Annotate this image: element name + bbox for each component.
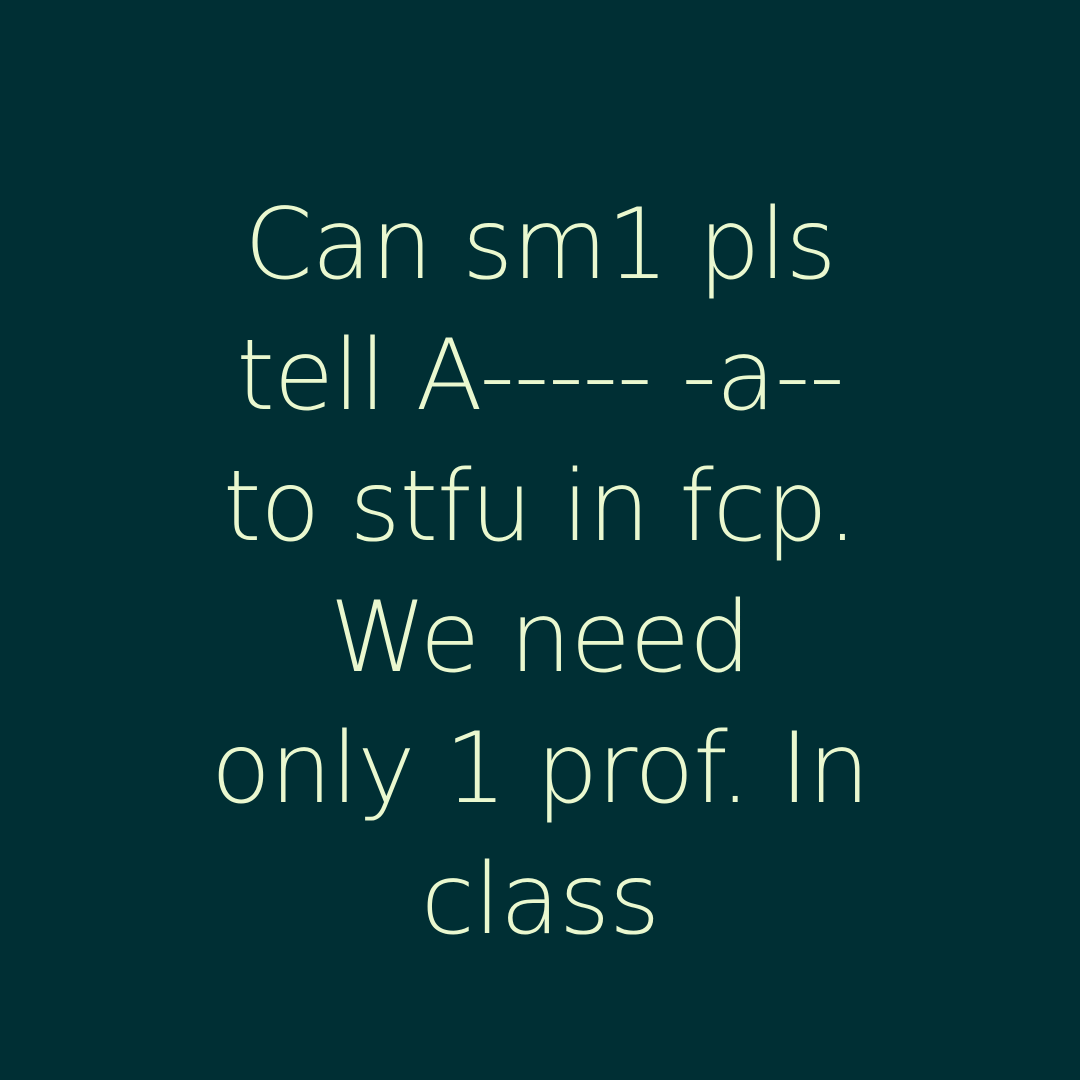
text-line-2: tell A----- -a-- (236, 319, 844, 433)
post-card: Can sm1 pls tell A----- -a-- to stfu in … (0, 0, 1080, 1080)
text-line-1: Can sm1 pls (244, 188, 836, 302)
text-line-6: class (420, 843, 660, 957)
text-line-4: We need (329, 581, 752, 695)
text-line-3: to stfu in fcp. (222, 450, 858, 564)
text-line-5: only 1 prof. In (211, 712, 870, 826)
confession-text: Can sm1 pls tell A----- -a-- to stfu in … (0, 180, 1080, 966)
